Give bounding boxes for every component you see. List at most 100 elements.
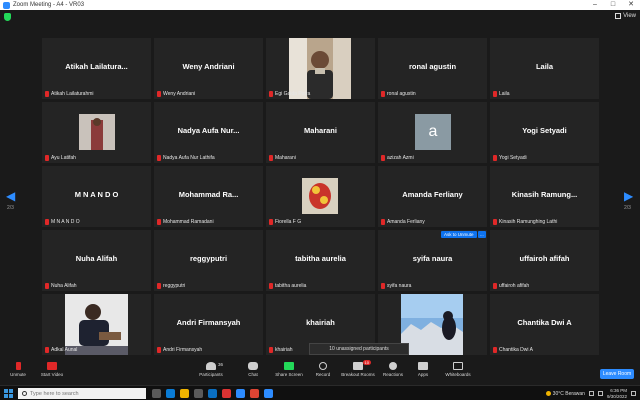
muted-mic-icon bbox=[157, 219, 161, 225]
zoom-taskbar-icon[interactable] bbox=[236, 389, 245, 398]
participant-tile[interactable]: ronal agustin ronal agustin bbox=[378, 38, 487, 99]
muted-mic-icon bbox=[45, 91, 49, 97]
participant-tile[interactable]: Yogi Setyadi Yogi Setyadi bbox=[490, 102, 599, 163]
participant-tile[interactable]: Amanda Ferliany Amanda Ferliany bbox=[378, 166, 487, 227]
view-button[interactable]: View bbox=[615, 13, 636, 19]
participant-footer-name: khairiah bbox=[275, 347, 293, 353]
unassigned-participants-notice[interactable]: 10 unassigned participants bbox=[309, 343, 409, 355]
participant-video bbox=[401, 294, 463, 355]
next-page-arrow-icon[interactable]: ▶ bbox=[624, 189, 633, 203]
participant-tile[interactable]: Nadya Aufa Nur... Nadya Aufa Nur Lathifa bbox=[154, 102, 263, 163]
muted-mic-icon bbox=[493, 347, 497, 353]
breakout-rooms-button[interactable]: 10 Breakout Rooms bbox=[340, 360, 376, 377]
more-options-button[interactable]: ... bbox=[478, 231, 486, 238]
participant-tile[interactable]: Andri Firmansyah Andri Firmansyah bbox=[154, 294, 263, 355]
close-button[interactable]: ✕ bbox=[622, 0, 640, 10]
maximize-button[interactable]: □ bbox=[604, 0, 622, 10]
office-icon[interactable] bbox=[222, 389, 231, 398]
reactions-icon bbox=[389, 362, 397, 370]
notifications-icon[interactable] bbox=[631, 391, 636, 396]
participant-tile[interactable]: Mohammad Ra... Mohammad Ramadani bbox=[154, 166, 263, 227]
volume-icon[interactable] bbox=[597, 391, 603, 396]
participant-tile[interactable]: Fiorella F G bbox=[266, 166, 375, 227]
participant-tile[interactable]: Kinasih Ramung... Kinasih Ramunghing Lat… bbox=[490, 166, 599, 227]
participant-tile[interactable]: Chantika Dwi A Chantika Dwi A bbox=[490, 294, 599, 355]
participant-tile[interactable]: Weny Andriani Weny Andriani bbox=[154, 38, 263, 99]
participant-tile[interactable]: reggyputri reggyputri bbox=[154, 230, 263, 291]
mail-icon[interactable] bbox=[208, 389, 217, 398]
apps-button[interactable]: Apps bbox=[405, 362, 441, 377]
participant-name: Maharani bbox=[304, 126, 337, 135]
weather-widget[interactable]: 30°C Berawan bbox=[545, 391, 585, 397]
muted-mic-icon bbox=[381, 155, 385, 161]
ask-to-unmute-button[interactable]: Ask to Unmute bbox=[441, 231, 477, 238]
participant-footer-name: Atikah Lailaturahmi bbox=[51, 91, 94, 97]
participant-tile[interactable]: M N A N D O M N A N D O bbox=[42, 166, 151, 227]
leave-room-button[interactable]: Leave Room bbox=[600, 369, 634, 379]
participant-profile-photo bbox=[302, 178, 338, 214]
participant-video bbox=[65, 294, 128, 355]
participant-name: Laila bbox=[535, 62, 554, 71]
participant-tile[interactable]: Nuha Alifah Nuha Alifah bbox=[42, 230, 151, 291]
participant-tile[interactable]: Egi Gaida Putra bbox=[266, 38, 375, 99]
search-icon bbox=[22, 391, 27, 396]
muted-mic-icon bbox=[157, 155, 161, 161]
muted-mic-icon bbox=[269, 219, 273, 225]
participants-button[interactable]: 36 Participants bbox=[193, 362, 229, 377]
participant-tile[interactable]: Atikah Lailatura... Atikah Lailaturahmi bbox=[42, 38, 151, 99]
participant-tile-hovered[interactable]: syifa naura Ask to Unmute ... syifa naur… bbox=[378, 230, 487, 291]
share-screen-button[interactable]: Share Screen bbox=[271, 362, 307, 377]
participant-tile[interactable]: Maharani Maharani bbox=[266, 102, 375, 163]
record-button[interactable]: Record bbox=[305, 362, 341, 377]
meeting-header: View bbox=[0, 10, 640, 24]
participant-footer-name: Amanda Ferliany bbox=[387, 219, 425, 225]
file-explorer-icon[interactable] bbox=[180, 389, 189, 398]
edge-icon[interactable] bbox=[166, 389, 175, 398]
weather-sun-icon bbox=[545, 391, 551, 396]
minimize-button[interactable]: – bbox=[586, 0, 604, 10]
unmute-button[interactable]: Unmute bbox=[0, 362, 36, 377]
store-icon[interactable] bbox=[194, 389, 203, 398]
muted-mic-icon bbox=[381, 219, 385, 225]
record-icon bbox=[319, 362, 327, 370]
zoom-meeting-taskbar-icon[interactable] bbox=[264, 389, 273, 398]
chat-button[interactable]: Chat bbox=[235, 362, 271, 377]
muted-mic-icon bbox=[493, 283, 497, 289]
participant-name: Andri Firmansyah bbox=[176, 318, 241, 327]
muted-mic-icon bbox=[269, 91, 273, 97]
muted-mic-icon bbox=[269, 283, 273, 289]
view-label: View bbox=[623, 13, 636, 19]
participant-tile[interactable]: uffairoh afifah uffairoh afifah bbox=[490, 230, 599, 291]
participant-tile[interactable]: Laila Laila bbox=[490, 38, 599, 99]
participant-name: Atikah Lailatura... bbox=[65, 62, 128, 71]
taskbar-search[interactable] bbox=[18, 388, 146, 399]
participant-footer-name: Kinasih Ramunghing Lathi bbox=[499, 219, 558, 225]
participant-name: Weny Andriani bbox=[182, 62, 235, 71]
task-view-icon[interactable] bbox=[152, 389, 161, 398]
taskbar-clock[interactable]: 6:36 PM 9/30/2022 bbox=[607, 388, 627, 400]
participant-name: Mohammad Ra... bbox=[178, 190, 239, 199]
participant-tile[interactable]: a azizah Azmi bbox=[378, 102, 487, 163]
muted-mic-icon bbox=[157, 283, 161, 289]
participant-name: uffairoh afifah bbox=[519, 254, 570, 263]
chrome-icon[interactable] bbox=[250, 389, 259, 398]
participant-name: syifa naura bbox=[412, 254, 453, 263]
participant-footer-name: Laila bbox=[499, 91, 510, 97]
participant-tile[interactable]: Adkal Aunal bbox=[42, 294, 151, 355]
windows-start-icon[interactable] bbox=[4, 389, 13, 398]
participants-icon: 36 bbox=[206, 362, 223, 370]
start-video-button[interactable]: Start Video bbox=[34, 362, 70, 377]
window-titlebar: Zoom Meeting - A4 - VR03 – □ ✕ bbox=[0, 0, 640, 10]
muted-mic-icon bbox=[45, 283, 49, 289]
participant-footer-name: uffairoh afifah bbox=[499, 283, 530, 289]
whiteboards-button[interactable]: Whiteboards bbox=[440, 362, 476, 377]
prev-page-arrow-icon[interactable]: ◀ bbox=[6, 189, 15, 203]
taskbar-search-input[interactable] bbox=[30, 390, 140, 397]
zoom-app-icon bbox=[3, 1, 10, 9]
participant-tile[interactable]: Ayu Latifah bbox=[42, 102, 151, 163]
participant-tile[interactable]: tabitha aurelia tabitha aurelia bbox=[266, 230, 375, 291]
network-icon[interactable] bbox=[588, 391, 594, 396]
security-shield-icon[interactable] bbox=[4, 13, 11, 21]
muted-mic-icon bbox=[157, 347, 161, 353]
participant-footer-name: syifa naura bbox=[387, 283, 412, 289]
